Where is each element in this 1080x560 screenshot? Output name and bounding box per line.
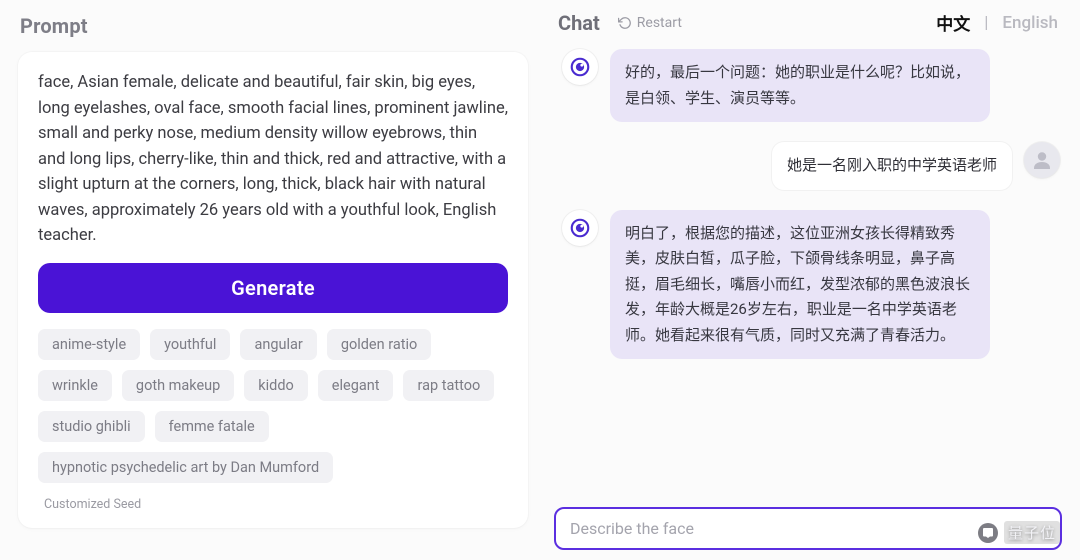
restart-icon [618, 16, 632, 30]
tag-item[interactable]: elegant [318, 370, 394, 401]
tag-item[interactable]: studio ghibli [38, 411, 145, 442]
bot-icon [569, 56, 591, 78]
tag-list: anime-style youthful angular golden rati… [38, 329, 508, 483]
prompt-panel: Prompt face, Asian female, delicate and … [0, 0, 540, 560]
user-icon [1030, 148, 1054, 172]
customized-seed-link[interactable]: Customized Seed [44, 497, 508, 512]
chat-input[interactable] [570, 519, 1046, 538]
chat-message-bot: 明白了，根据您的描述，这位亚洲女孩长得精致秀美，皮肤白皙，瓜子脸，下颌骨线条明显… [562, 210, 1060, 360]
tag-item[interactable]: kiddo [244, 370, 308, 401]
chat-composer [554, 507, 1062, 550]
tag-item[interactable]: wrinkle [38, 370, 112, 401]
chat-thread: 好的，最后一个问题：她的职业是什么呢？比如说，是白领、学生、演员等等。 她是一名… [554, 45, 1062, 501]
chat-message-bot: 好的，最后一个问题：她的职业是什么呢？比如说，是白领、学生、演员等等。 [562, 49, 1060, 122]
bot-icon [569, 217, 591, 239]
tag-item[interactable]: golden ratio [327, 329, 431, 360]
restart-label: Restart [637, 15, 682, 31]
tag-item[interactable]: rap tattoo [403, 370, 494, 401]
tag-item[interactable]: angular [240, 329, 316, 360]
chat-bubble: 她是一名刚入职的中学英语老师 [772, 142, 1012, 190]
bot-avatar [562, 49, 598, 85]
prompt-text[interactable]: face, Asian female, delicate and beautif… [38, 70, 508, 249]
tag-item[interactable]: youthful [150, 329, 230, 360]
chat-panel: Chat Restart 中文 | English 好的，最后一个问题：她的职业… [540, 0, 1080, 560]
prompt-heading: Prompt [20, 14, 528, 38]
chat-message-user: 她是一名刚入职的中学英语老师 [562, 142, 1060, 190]
chat-bubble: 明白了，根据您的描述，这位亚洲女孩长得精致秀美，皮肤白皙，瓜子脸，下颌骨线条明显… [610, 210, 990, 360]
restart-button[interactable]: Restart [618, 15, 682, 31]
tag-item[interactable]: goth makeup [122, 370, 234, 401]
language-switch: 中文 | English [936, 10, 1058, 35]
chat-input-wrap[interactable] [554, 507, 1062, 550]
tag-item[interactable]: anime-style [38, 329, 140, 360]
lang-zh[interactable]: 中文 [936, 10, 970, 35]
chat-header: Chat Restart 中文 | English [554, 8, 1062, 45]
lang-separator: | [984, 13, 988, 33]
prompt-card: face, Asian female, delicate and beautif… [18, 52, 528, 528]
chat-heading: Chat [558, 11, 600, 35]
bot-avatar [562, 210, 598, 246]
user-avatar [1024, 142, 1060, 178]
generate-button[interactable]: Generate [38, 263, 508, 313]
chat-bubble: 好的，最后一个问题：她的职业是什么呢？比如说，是白领、学生、演员等等。 [610, 49, 990, 122]
lang-en[interactable]: English [1002, 13, 1058, 33]
tag-item[interactable]: femme fatale [155, 411, 269, 442]
tag-item[interactable]: hypnotic psychedelic art by Dan Mumford [38, 452, 333, 483]
